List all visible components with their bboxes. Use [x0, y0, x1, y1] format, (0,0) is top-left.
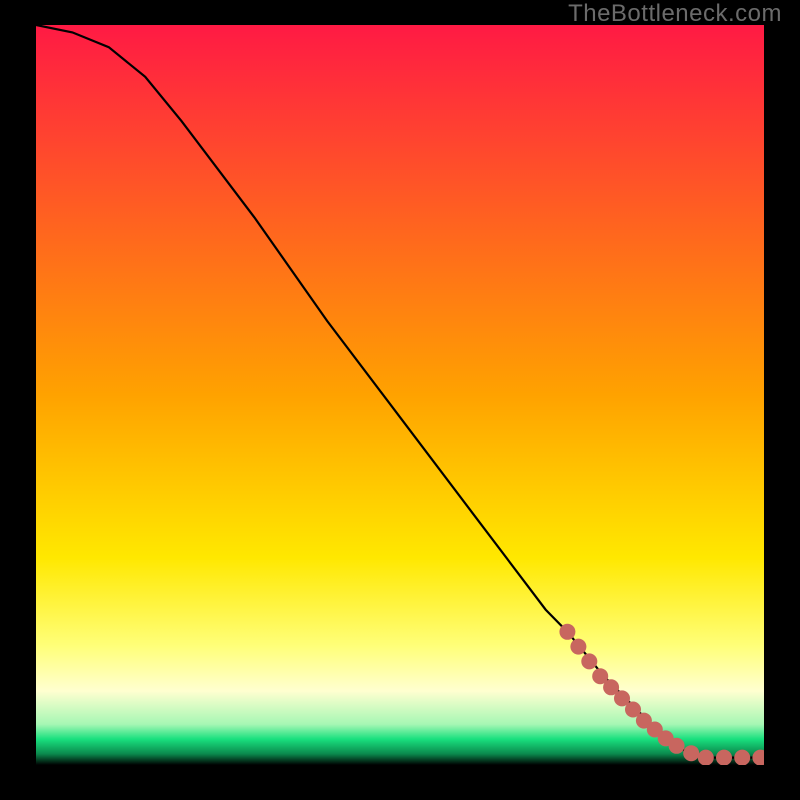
plot-svg: [36, 25, 764, 765]
data-marker: [581, 653, 597, 669]
data-marker: [683, 745, 699, 761]
gradient-background: [36, 25, 764, 765]
data-marker: [716, 750, 732, 765]
data-marker: [698, 750, 714, 765]
data-marker: [734, 750, 750, 765]
watermark-text: TheBottleneck.com: [568, 0, 782, 28]
data-marker: [559, 624, 575, 640]
plot-area: [36, 25, 764, 765]
data-marker: [669, 738, 685, 754]
data-marker: [570, 639, 586, 655]
